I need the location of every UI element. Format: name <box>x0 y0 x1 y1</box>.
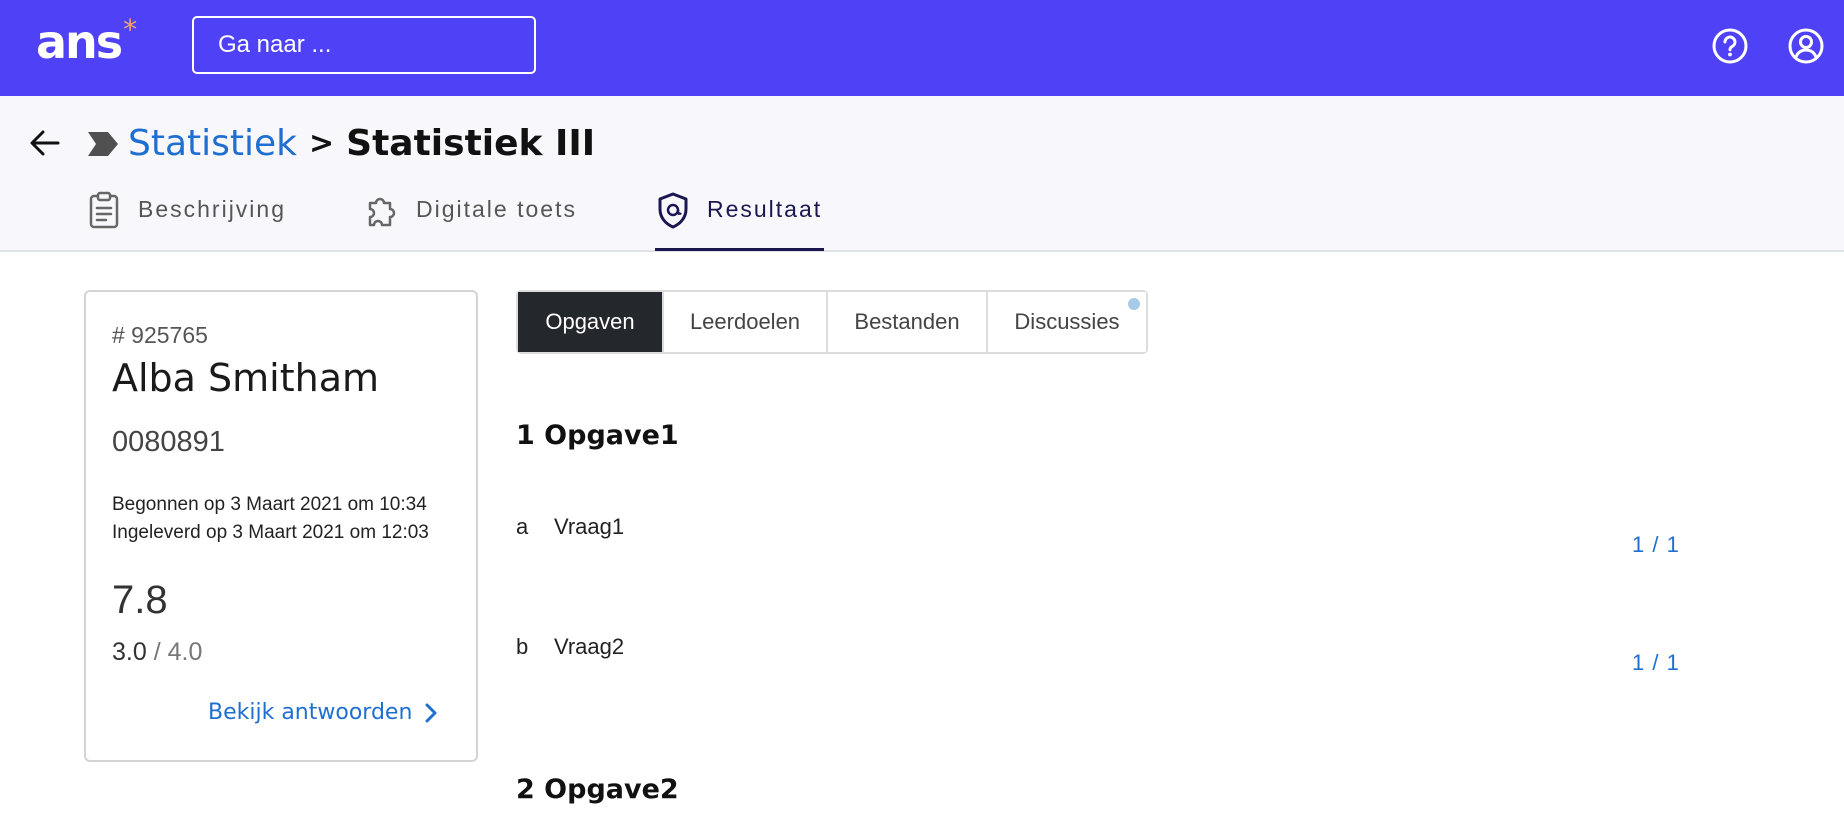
page-header: Statistiek > Statistiek III Beschrijving… <box>0 96 1844 252</box>
tab-label: Digitale toets <box>416 196 577 222</box>
arrow-left-icon[interactable] <box>28 126 62 160</box>
view-answers-label: Bekijk antwoorden <box>208 700 413 725</box>
ans-logo[interactable]: ans * <box>36 12 137 72</box>
question-circle-icon[interactable] <box>1710 26 1750 66</box>
result-subtabs: Opgaven Leerdoelen Bestanden Discussies <box>516 290 1148 354</box>
subtab-leerdoelen[interactable]: Leerdoelen <box>662 292 826 352</box>
candidate-name: Alba Smitham <box>112 356 380 400</box>
question-letter: b <box>516 634 529 659</box>
notification-dot <box>1128 298 1140 310</box>
logo-asterisk: * <box>123 13 138 46</box>
breadcrumb-separator: > <box>309 125 335 161</box>
main-tabs: Beschrijving Digitale toets Resultaat <box>88 191 825 251</box>
student-number: 0080891 <box>112 426 225 458</box>
subtab-bestanden[interactable]: Bestanden <box>826 292 986 352</box>
chevron-right-icon <box>425 703 437 722</box>
breadcrumb: Statistiek > Statistiek III <box>128 118 595 168</box>
breadcrumb-current: Statistiek III <box>346 122 596 164</box>
search-input[interactable] <box>192 16 536 74</box>
grade: 7.8 <box>112 578 168 622</box>
question-letter: a <box>516 514 529 539</box>
user-circle-icon[interactable] <box>1786 26 1826 66</box>
subtab-opgaven[interactable]: Opgaven <box>518 292 662 352</box>
started-timestamp: Begonnen op 3 Maart 2021 om 10:34 <box>112 494 427 515</box>
tab-label: Resultaat <box>706 196 823 222</box>
tab-beschrijving[interactable]: Beschrijving <box>88 191 286 251</box>
section-title: 2 Opgave2 <box>516 774 679 805</box>
tab-label: Beschrijving <box>138 196 286 222</box>
question-score: 1 / 1 <box>1632 650 1680 675</box>
section-title: 1 Opgave1 <box>516 420 679 451</box>
top-navigation-bar: ans * <box>0 0 1844 96</box>
chevron-tag-icon <box>88 132 118 156</box>
view-answers-link[interactable]: Bekijk antwoorden <box>208 700 440 725</box>
score-value: 3.0 <box>112 638 147 666</box>
tab-digitale-toets[interactable]: Digitale toets <box>366 191 577 251</box>
shield-icon <box>658 192 688 229</box>
question-score: 1 / 1 <box>1632 532 1680 557</box>
candidate-card: # 925765 Alba Smitham 0080891 Begonnen o… <box>84 290 478 762</box>
submitted-timestamp: Ingeleverd op 3 Maart 2021 om 12:03 <box>112 522 429 543</box>
breadcrumb-parent-link[interactable]: Statistiek <box>128 123 297 164</box>
question-title[interactable]: Vraag1 <box>554 514 624 540</box>
logo-text: ans <box>36 15 123 69</box>
subtab-label: Discussies <box>1014 309 1120 334</box>
puzzle-icon <box>368 197 396 227</box>
clipboard-icon <box>89 191 119 229</box>
question-title[interactable]: Vraag2 <box>554 634 624 660</box>
score-max: 4.0 <box>167 638 203 666</box>
tab-resultaat[interactable]: Resultaat <box>654 191 825 251</box>
subtab-discussies[interactable]: Discussies <box>986 292 1146 352</box>
score-separator: / <box>146 638 168 666</box>
score: 3.0 / 4.0 <box>112 638 202 667</box>
result-id: # 925765 <box>112 322 208 348</box>
